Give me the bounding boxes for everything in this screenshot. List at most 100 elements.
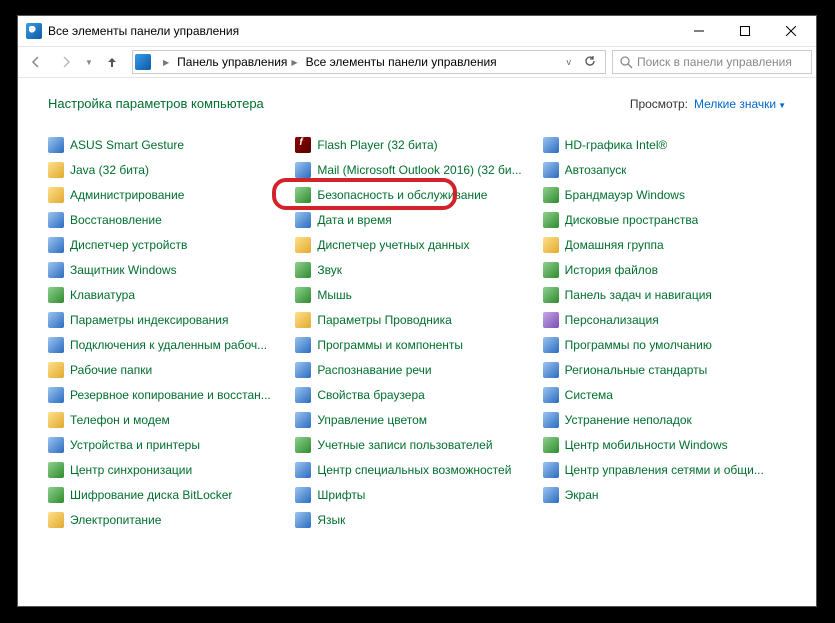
- applet-label: Программы по умолчанию: [565, 338, 712, 352]
- applet-label: Подключения к удаленным рабоч...: [70, 338, 267, 352]
- applet-icon: [48, 512, 64, 528]
- breadcrumb-seg-2[interactable]: Все элементы панели управления: [302, 51, 501, 73]
- control-panel-item[interactable]: Дисковые пространства: [543, 210, 786, 230]
- applet-grid: ASUS Smart Gesture Flash Player (32 бита)…: [48, 135, 786, 530]
- applet-icon: [295, 287, 311, 303]
- control-panel-item[interactable]: Панель задач и навигация: [543, 285, 786, 305]
- control-panel-item[interactable]: Mail (Microsoft Outlook 2016) (32 би...: [295, 160, 538, 180]
- breadcrumb-dropdown-icon[interactable]: v: [561, 57, 578, 67]
- maximize-button[interactable]: [722, 17, 768, 45]
- control-panel-item[interactable]: Система: [543, 385, 786, 405]
- refresh-button[interactable]: [577, 54, 603, 71]
- minimize-button[interactable]: [676, 17, 722, 45]
- applet-label: Диспетчер учетных данных: [317, 238, 469, 252]
- control-panel-item[interactable]: Дата и время: [295, 210, 538, 230]
- applet-label: Защитник Windows: [70, 263, 177, 277]
- control-panel-item[interactable]: Безопасность и обслуживание: [295, 185, 538, 205]
- control-panel-item[interactable]: Брандмауэр Windows: [543, 185, 786, 205]
- control-panel-item[interactable]: Параметры Проводника: [295, 310, 538, 330]
- control-panel-item[interactable]: Центр специальных возможностей: [295, 460, 538, 480]
- control-panel-item[interactable]: Flash Player (32 бита): [295, 135, 538, 155]
- control-panel-item[interactable]: Учетные записи пользователей: [295, 435, 538, 455]
- control-panel-item[interactable]: Электропитание: [48, 510, 291, 530]
- applet-label: Параметры индексирования: [70, 313, 228, 327]
- control-panel-item[interactable]: ASUS Smart Gesture: [48, 135, 291, 155]
- back-button[interactable]: [22, 49, 50, 75]
- applet-label: Дисковые пространства: [565, 213, 699, 227]
- applet-label: История файлов: [565, 263, 658, 277]
- control-panel-item[interactable]: Диспетчер учетных данных: [295, 235, 538, 255]
- control-panel-item[interactable]: Домашняя группа: [543, 235, 786, 255]
- up-button[interactable]: [98, 49, 126, 75]
- control-panel-item[interactable]: Телефон и модем: [48, 410, 291, 430]
- control-panel-item[interactable]: Программы по умолчанию: [543, 335, 786, 355]
- control-panel-item[interactable]: Персонализация: [543, 310, 786, 330]
- applet-icon: [48, 162, 64, 178]
- applet-label: Восстановление: [70, 213, 162, 227]
- applet-icon: [48, 262, 64, 278]
- forward-button[interactable]: [52, 49, 80, 75]
- control-panel-item[interactable]: HD-графика Intel®: [543, 135, 786, 155]
- applet-label: Домашняя группа: [565, 238, 664, 252]
- applet-label: Flash Player (32 бита): [317, 138, 437, 152]
- breadcrumb-seg-1[interactable]: Панель управления▶: [173, 51, 301, 73]
- control-panel-item[interactable]: Шифрование диска BitLocker: [48, 485, 291, 505]
- applet-icon: [543, 262, 559, 278]
- applet-icon: [48, 187, 64, 203]
- applet-label: Центр управления сетями и общи...: [565, 463, 764, 477]
- control-panel-item[interactable]: Центр синхронизации: [48, 460, 291, 480]
- recent-dropdown-icon[interactable]: ▼: [82, 49, 96, 75]
- control-panel-item[interactable]: История файлов: [543, 260, 786, 280]
- control-panel-icon: [26, 23, 42, 39]
- applet-label: Региональные стандарты: [565, 363, 708, 377]
- control-panel-item[interactable]: Язык: [295, 510, 538, 530]
- applet-icon: [295, 162, 311, 178]
- breadcrumb[interactable]: ▶ Панель управления▶ Все элементы панели…: [132, 50, 606, 74]
- control-panel-item[interactable]: Клавиатура: [48, 285, 291, 305]
- control-panel-item[interactable]: Мышь: [295, 285, 538, 305]
- applet-label: Администрирование: [70, 188, 184, 202]
- control-panel-item[interactable]: Рабочие папки: [48, 360, 291, 380]
- control-panel-item[interactable]: Восстановление: [48, 210, 291, 230]
- control-panel-item[interactable]: Центр мобильности Windows: [543, 435, 786, 455]
- control-panel-item[interactable]: Администрирование: [48, 185, 291, 205]
- close-button[interactable]: [768, 17, 814, 45]
- applet-icon: [543, 287, 559, 303]
- control-panel-item[interactable]: Звук: [295, 260, 538, 280]
- control-panel-item[interactable]: Распознавание речи: [295, 360, 538, 380]
- control-panel-item[interactable]: Программы и компоненты: [295, 335, 538, 355]
- control-panel-item[interactable]: Java (32 бита): [48, 160, 291, 180]
- applet-label: HD-графика Intel®: [565, 138, 668, 152]
- applet-icon: [295, 412, 311, 428]
- control-panel-item[interactable]: Центр управления сетями и общи...: [543, 460, 786, 480]
- control-panel-item[interactable]: Экран: [543, 485, 786, 505]
- control-panel-item[interactable]: Свойства браузера: [295, 385, 538, 405]
- applet-label: Система: [565, 388, 613, 402]
- window-title: Все элементы панели управления: [48, 24, 239, 38]
- applet-icon: [48, 312, 64, 328]
- content-header: Настройка параметров компьютера Просмотр…: [48, 96, 786, 111]
- control-panel-item[interactable]: Параметры индексирования: [48, 310, 291, 330]
- view-by-value[interactable]: Мелкие значки▼: [694, 97, 786, 111]
- control-panel-item[interactable]: Автозапуск: [543, 160, 786, 180]
- applet-label: Брандмауэр Windows: [565, 188, 685, 202]
- control-panel-item[interactable]: Диспетчер устройств: [48, 235, 291, 255]
- page-heading: Настройка параметров компьютера: [48, 96, 630, 111]
- applet-label: Безопасность и обслуживание: [317, 188, 487, 202]
- search-input[interactable]: Поиск в панели управления: [612, 50, 812, 74]
- control-panel-item[interactable]: Устранение неполадок: [543, 410, 786, 430]
- applet-icon: [543, 462, 559, 478]
- control-panel-item[interactable]: Резервное копирование и восстан...: [48, 385, 291, 405]
- applet-icon: [48, 462, 64, 478]
- control-panel-item[interactable]: Подключения к удаленным рабоч...: [48, 335, 291, 355]
- breadcrumb-root-chevron[interactable]: ▶: [155, 51, 173, 73]
- applet-icon: [543, 162, 559, 178]
- control-panel-item[interactable]: Региональные стандарты: [543, 360, 786, 380]
- control-panel-item[interactable]: Устройства и принтеры: [48, 435, 291, 455]
- control-panel-item[interactable]: Шрифты: [295, 485, 538, 505]
- applet-icon: [295, 337, 311, 353]
- control-panel-item[interactable]: Защитник Windows: [48, 260, 291, 280]
- control-panel-item[interactable]: Управление цветом: [295, 410, 538, 430]
- applet-label: Mail (Microsoft Outlook 2016) (32 би...: [317, 163, 521, 177]
- applet-label: Язык: [317, 513, 345, 527]
